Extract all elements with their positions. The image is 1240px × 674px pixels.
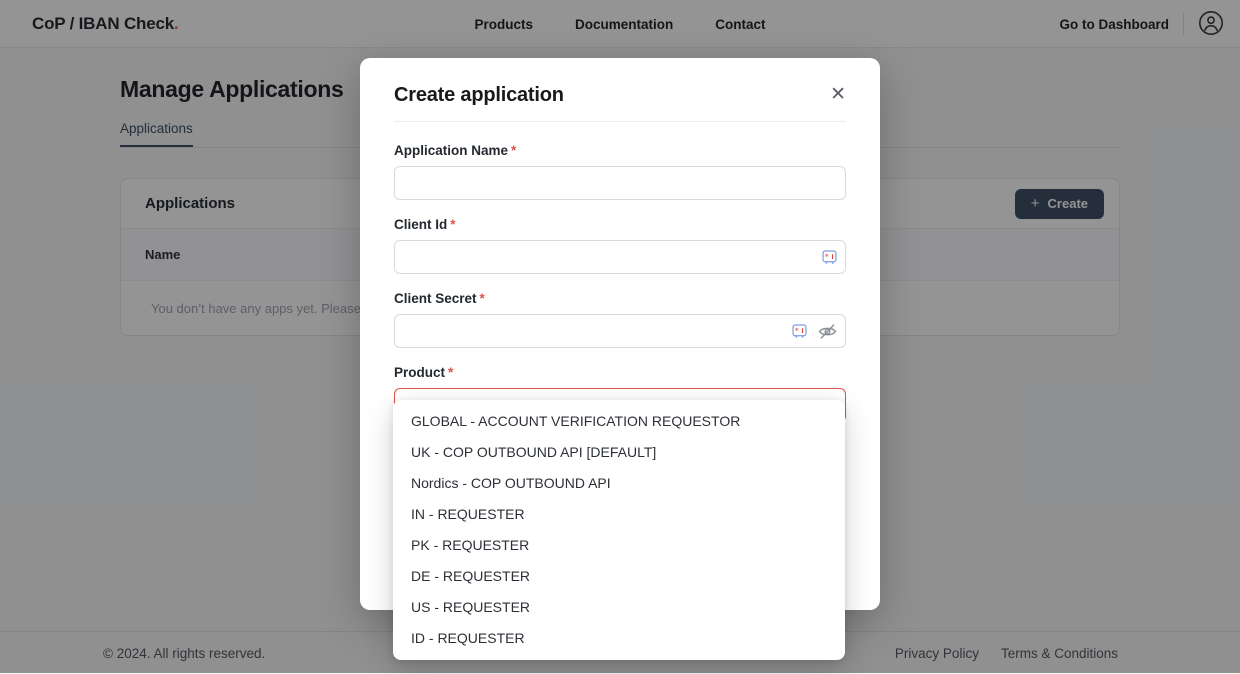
eye-off-icon[interactable]	[818, 322, 837, 341]
required-marker: *	[480, 291, 485, 306]
dropdown-option[interactable]: DE - REQUESTER	[393, 561, 845, 592]
dropdown-option[interactable]: UK - COP OUTBOUND API [DEFAULT]	[393, 437, 845, 468]
dropdown-option[interactable]: IN - REQUESTER	[393, 499, 845, 530]
autofill-icon[interactable]: *	[822, 250, 837, 265]
close-icon[interactable]: ✕	[826, 83, 850, 106]
svg-text:*: *	[795, 326, 799, 335]
client-secret-input[interactable]	[394, 314, 846, 348]
field-client-secret: Client Secret* *	[394, 292, 846, 348]
modal-title: Create application	[394, 83, 826, 107]
modal-header: Create application ✕	[360, 58, 880, 107]
field-application-name: Application Name*	[394, 144, 846, 200]
required-marker: *	[448, 365, 453, 380]
product-dropdown: GLOBAL - ACCOUNT VERIFICATION REQUESTOR …	[393, 400, 845, 660]
product-label: Product*	[394, 366, 846, 379]
modal-body: Application Name* Client Id* *	[360, 122, 880, 422]
autofill-icon[interactable]: *	[792, 324, 807, 339]
application-name-input[interactable]	[394, 166, 846, 200]
dropdown-option[interactable]: Nordics - COP OUTBOUND API	[393, 468, 845, 499]
client-id-input[interactable]	[394, 240, 846, 274]
dropdown-option[interactable]: GLOBAL - ACCOUNT VERIFICATION REQUESTOR	[393, 406, 845, 437]
dropdown-option[interactable]: PK - REQUESTER	[393, 530, 845, 561]
client-secret-label: Client Secret*	[394, 292, 846, 305]
required-marker: *	[450, 217, 455, 232]
client-id-label: Client Id*	[394, 218, 846, 231]
dropdown-option[interactable]: US - REQUESTER	[393, 592, 845, 623]
field-client-id: Client Id* *	[394, 218, 846, 274]
required-marker: *	[511, 143, 516, 158]
svg-text:*: *	[825, 252, 829, 261]
dropdown-option[interactable]: ID - REQUESTER	[393, 623, 845, 654]
application-name-label: Application Name*	[394, 144, 846, 157]
